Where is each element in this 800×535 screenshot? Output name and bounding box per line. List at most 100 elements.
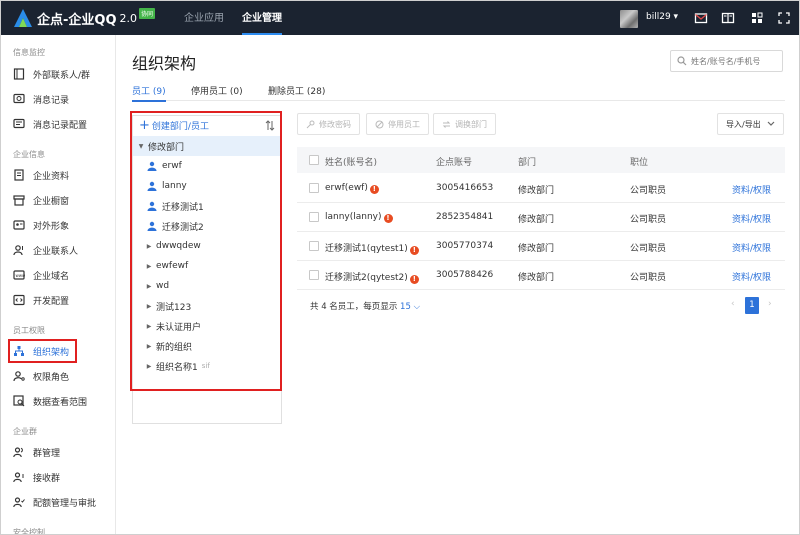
staff-count-summary: 共 4 名员工，每页显示	[310, 302, 398, 312]
sidebar-item-message-records[interactable]: 消息记录	[13, 89, 113, 109]
chevron-down-icon	[767, 121, 775, 126]
staff-name-cell: 迁移测试1(qytest1)!	[325, 241, 419, 255]
sidebar-item-permission-roles[interactable]: 权限角色	[13, 366, 113, 386]
profile-permission-link[interactable]: 资料/权限	[732, 241, 771, 254]
sort-icon[interactable]	[265, 120, 275, 131]
key-icon	[306, 120, 315, 128]
change-password-label: 修改密码	[319, 119, 351, 129]
row-checkbox[interactable]	[309, 212, 319, 222]
search-box[interactable]	[670, 50, 783, 72]
next-page-button[interactable]: ›	[768, 299, 772, 309]
page-size-select[interactable]: 15 ⌵	[400, 302, 420, 312]
staff-account: 3005770374	[436, 241, 494, 251]
tree-dept[interactable]: ▶ wd	[133, 276, 280, 296]
apps-grid-icon[interactable]	[750, 11, 764, 25]
contact-person-icon	[13, 245, 23, 256]
staff-account: 2852354841	[436, 212, 494, 222]
tree-user[interactable]: erwf	[133, 156, 280, 176]
caret-down-icon[interactable]: ▼	[137, 143, 145, 150]
sidebar-item-company-showcase[interactable]: 企业橱窗	[13, 190, 113, 210]
sidebar-item-message-config[interactable]: 消息记录配置	[13, 114, 113, 134]
warning-icon: !	[409, 246, 419, 255]
nav-enterprise-apps[interactable]: 企业应用	[184, 1, 224, 35]
sidebar-item-label: 企业域名	[33, 271, 70, 282]
id-card-icon	[13, 220, 25, 230]
caret-right-icon[interactable]: ▶	[145, 283, 153, 290]
caret-right-icon[interactable]: ▶	[145, 323, 153, 330]
select-all-checkbox[interactable]	[309, 155, 319, 165]
nav-enterprise-management[interactable]: 企业管理	[242, 1, 282, 35]
sidebar-item-label: 消息记录	[33, 95, 70, 106]
move-dept-button[interactable]: 调换部门	[433, 113, 496, 135]
current-page-button[interactable]: 1	[745, 297, 759, 314]
tree-user-label: erwf	[162, 161, 182, 171]
org-chart-icon	[14, 346, 24, 356]
search-input[interactable]	[691, 56, 781, 66]
tab-deleted-staff[interactable]: 删除员工 (28)	[268, 84, 325, 101]
sidebar-item-label: 外部联系人/群	[33, 70, 91, 81]
tree-dept-root[interactable]: ▼ 修改部门	[133, 136, 280, 156]
logo[interactable]: 企点-企业QQ 2.0 协同	[13, 7, 156, 28]
row-checkbox[interactable]	[309, 183, 319, 193]
user-icon	[147, 201, 157, 211]
import-export-label: 导入/导出	[726, 119, 761, 129]
caret-right-icon[interactable]: ▶	[145, 243, 153, 250]
sidebar-item-data-scope[interactable]: 数据查看范围	[13, 391, 113, 411]
user-menu[interactable]: bill29 ▾	[646, 12, 678, 22]
sidebar-item-label: 组织架构	[33, 347, 70, 358]
tree-dept-label: wd	[156, 281, 170, 291]
profile-permission-link[interactable]: 资料/权限	[732, 270, 771, 283]
tree-user[interactable]: lanny	[133, 176, 280, 196]
create-dept-staff-button[interactable]: + 创建部门/员工	[139, 119, 209, 132]
fullscreen-icon[interactable]	[777, 11, 791, 25]
row-checkbox[interactable]	[309, 270, 319, 280]
sidebar-item-org-structure[interactable]: 组织架构	[8, 339, 77, 363]
caret-right-icon[interactable]: ▶	[145, 303, 153, 310]
sidebar-item-quota-approval[interactable]: 配额管理与审批	[13, 492, 113, 512]
sidebar-item-company-profile[interactable]: 企业资料	[13, 165, 113, 185]
tree-user[interactable]: 迁移测试1	[133, 196, 280, 216]
tree-user[interactable]: 迁移测试2	[133, 216, 280, 236]
avatar[interactable]	[620, 10, 638, 28]
sidebar-item-group-management[interactable]: 群管理	[13, 442, 113, 462]
tree-dept[interactable]: ▶ dwwqdew	[133, 236, 280, 256]
tree-user-label: lanny	[162, 181, 187, 191]
user-icon	[147, 181, 157, 191]
sidebar-item-dev-config[interactable]: 开发配置	[13, 290, 113, 310]
tree-dept[interactable]: ▶ 未认证用户	[133, 316, 280, 336]
prev-page-button[interactable]: ‹	[731, 299, 735, 309]
profile-permission-link[interactable]: 资料/权限	[732, 212, 771, 225]
disable-staff-button[interactable]: 停用员工	[366, 113, 429, 135]
mail-icon[interactable]	[694, 11, 708, 25]
sidebar-item-receive-groups[interactable]: 接收群	[13, 467, 113, 487]
tree-dept[interactable]: ▶ 新的组织	[133, 336, 280, 356]
disable-staff-label: 停用员工	[388, 119, 420, 129]
tree-dept[interactable]: ▶ ewfewf	[133, 256, 280, 276]
sidebar-item-company-domain[interactable]: www 企业域名	[13, 265, 113, 285]
profile-permission-link[interactable]: 资料/权限	[732, 183, 771, 196]
book-icon[interactable]	[721, 11, 735, 25]
caret-right-icon[interactable]: ▶	[145, 343, 153, 350]
tab-disabled-staff[interactable]: 停用员工 (0)	[191, 84, 243, 101]
tree-dept[interactable]: ▶ 测试123	[133, 296, 280, 316]
staff-account: 3005788426	[436, 270, 494, 280]
import-export-dropdown[interactable]: 导入/导出	[717, 113, 784, 135]
tree-dept[interactable]: ▶ 组织名称1 sif	[133, 356, 280, 376]
staff-title: 公司职员	[630, 186, 667, 196]
change-password-button[interactable]: 修改密码	[297, 113, 360, 135]
sidebar-item-external-contacts[interactable]: 外部联系人/群	[13, 64, 113, 84]
document-icon	[14, 169, 24, 181]
table-row: 迁移测试2(qytest2)! 3005788426 修改部门 公司职员 资料/…	[297, 261, 785, 290]
row-checkbox[interactable]	[309, 241, 319, 251]
caret-right-icon[interactable]: ▶	[145, 263, 153, 270]
staff-name: 迁移测试1(qytest1)	[325, 244, 408, 254]
sidebar-item-public-image[interactable]: 对外形象	[13, 215, 113, 235]
caret-right-icon[interactable]: ▶	[145, 363, 153, 370]
tab-staff[interactable]: 员工 (9)	[132, 84, 166, 102]
sidebar-item-company-contacts[interactable]: 企业联系人	[13, 240, 113, 260]
group-icon	[13, 447, 23, 458]
staff-name: erwf(ewf)	[325, 183, 368, 193]
sidebar-item-label: 群管理	[33, 448, 61, 459]
sidebar-section-info-monitor: 信息监控	[13, 48, 45, 57]
staff-title: 公司职员	[630, 244, 667, 254]
